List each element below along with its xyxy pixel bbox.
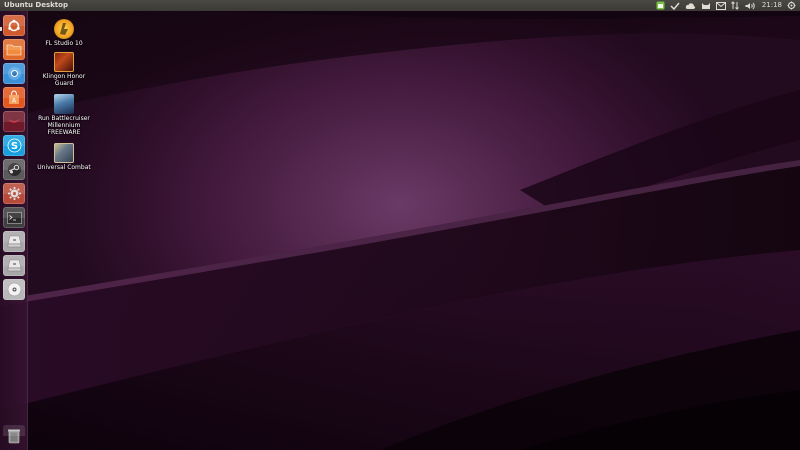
- desktop-icon-klingon-honor-guard[interactable]: Klingon Honor Guard: [36, 52, 92, 87]
- files-folder-icon[interactable]: [3, 39, 25, 60]
- chromium-icon[interactable]: [3, 63, 25, 84]
- desktop-icon-fl-studio[interactable]: FL Studio 10: [36, 19, 92, 47]
- launcher: A S: [0, 11, 28, 450]
- steam-icon[interactable]: [3, 159, 25, 180]
- gear-icon[interactable]: [3, 183, 25, 204]
- terminal-icon[interactable]: [3, 207, 25, 228]
- indicator-power-icon[interactable]: [787, 0, 796, 11]
- klingon-honor-guard-icon: [54, 52, 74, 72]
- app-red-icon[interactable]: [3, 111, 25, 132]
- fl-studio-icon: [54, 19, 74, 39]
- window-title: Ubuntu Desktop: [4, 1, 68, 9]
- drive-icon[interactable]: [3, 255, 25, 276]
- svg-text:S: S: [10, 141, 17, 152]
- drive-icon[interactable]: [3, 231, 25, 252]
- desktop-icon-battlecruiser[interactable]: Run Battlecruiser Millennium FREEWARE: [36, 94, 92, 136]
- clock[interactable]: 21:18: [762, 0, 782, 11]
- trash-icon[interactable]: [3, 425, 25, 446]
- desktop-icon-universal-combat[interactable]: Universal Combat: [36, 143, 92, 171]
- indicator-cloud-icon[interactable]: [685, 0, 696, 11]
- top-panel: Ubuntu Desktop 21:18: [0, 0, 800, 11]
- indicator-checkmark-icon[interactable]: [670, 0, 680, 11]
- shopping-bag-icon[interactable]: A: [3, 87, 25, 108]
- desktop-icon-label: Klingon Honor Guard: [42, 73, 86, 87]
- battlecruiser-icon: [54, 94, 74, 114]
- running-indicator: [0, 27, 2, 31]
- indicator-cat-icon[interactable]: [701, 0, 711, 11]
- indicator-volume-icon[interactable]: [745, 0, 756, 11]
- desktop-wallpaper: [0, 0, 800, 450]
- indicator-area: 21:18: [651, 0, 800, 11]
- universal-combat-icon: [54, 143, 74, 163]
- desktop-icon-label: Universal Combat: [37, 164, 91, 171]
- indicator-messages-icon[interactable]: [715, 0, 726, 11]
- skype-icon[interactable]: S: [3, 135, 25, 156]
- ubuntu-logo-icon[interactable]: [3, 15, 25, 36]
- desktop-icon-label: FL Studio 10: [45, 40, 83, 47]
- dvd-icon[interactable]: [3, 279, 25, 300]
- indicator-app-icon[interactable]: [656, 0, 665, 11]
- indicator-network-icon[interactable]: [731, 0, 740, 11]
- desktop-icon-label: Run Battlecruiser Millennium FREEWARE: [38, 115, 90, 136]
